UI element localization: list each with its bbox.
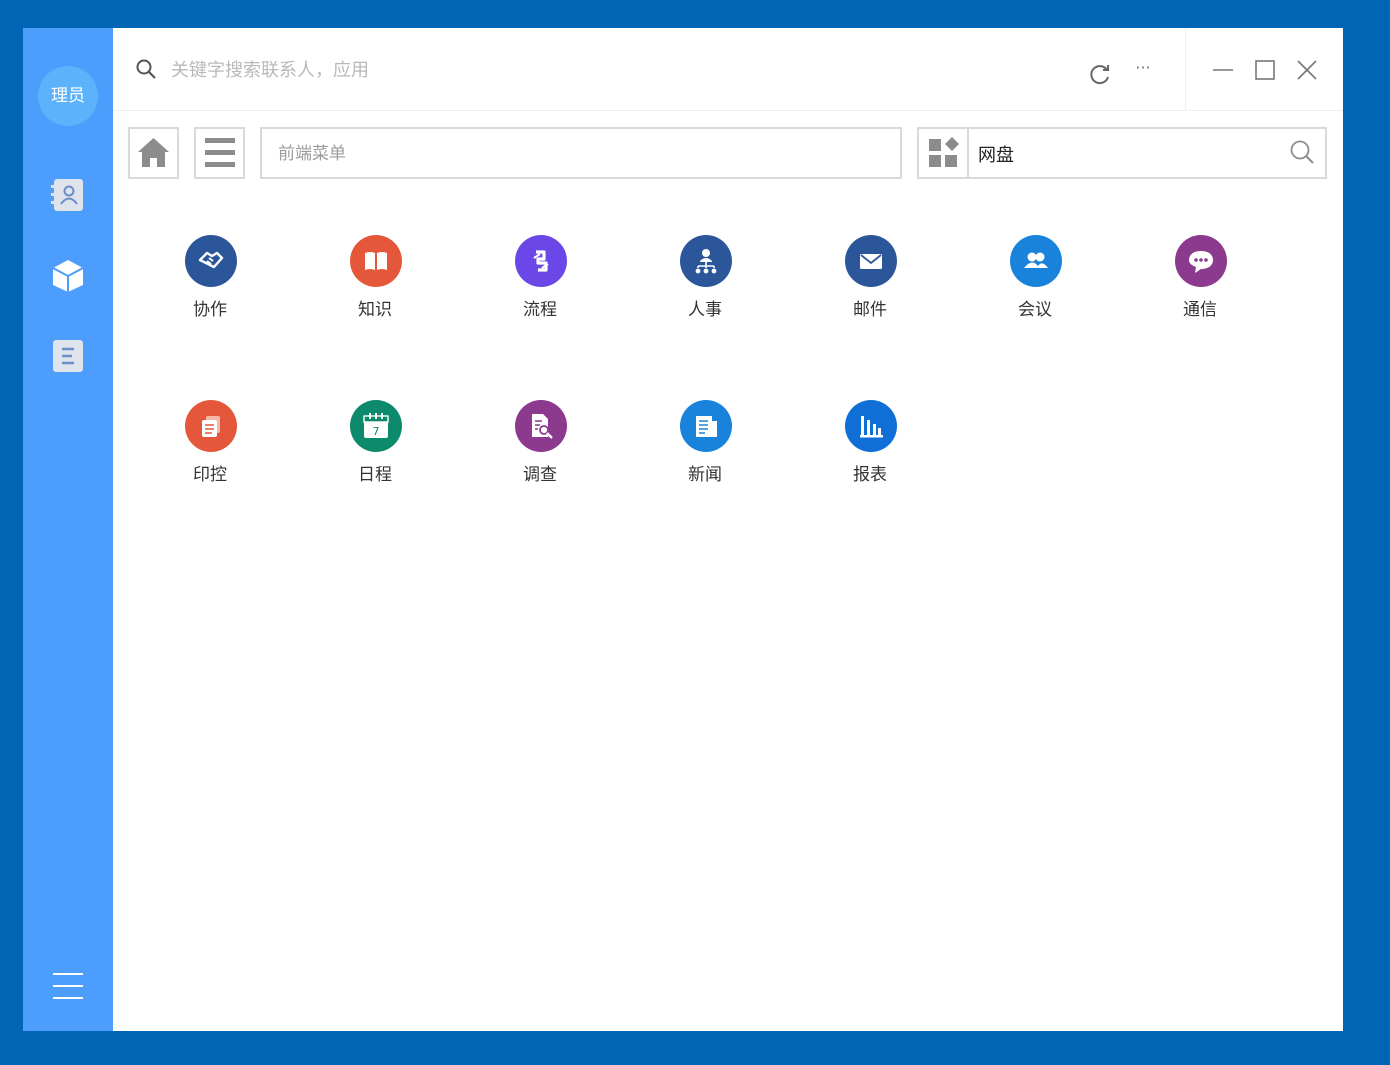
- sidebar: 理员: [23, 28, 113, 1031]
- survey-icon: [515, 400, 567, 452]
- title-bar: ···: [113, 28, 1343, 111]
- app-label: 邮件: [853, 300, 887, 320]
- app-label: 调查: [523, 465, 557, 485]
- app-workflow[interactable]: 流程: [490, 235, 590, 345]
- app-label: 流程: [523, 300, 557, 320]
- search-icon: [136, 59, 156, 79]
- refresh-icon[interactable]: [1088, 62, 1112, 86]
- app-label: 日程: [358, 465, 392, 485]
- mail-icon: [845, 235, 897, 287]
- app-label: 人事: [688, 300, 722, 320]
- app-communication[interactable]: 通信: [1150, 235, 1250, 345]
- global-search-input[interactable]: [169, 54, 773, 86]
- maximize-icon[interactable]: [1253, 58, 1277, 82]
- app-label: 印控: [193, 465, 227, 485]
- more-button[interactable]: ···: [1131, 58, 1155, 78]
- app-label: 协作: [193, 300, 227, 320]
- document-icon: [53, 340, 83, 372]
- title-divider: [1185, 28, 1186, 110]
- menu-button[interactable]: [52, 972, 84, 1000]
- flow-icon: [515, 235, 567, 287]
- report-icon: [845, 400, 897, 452]
- app-search-input[interactable]: [976, 139, 1280, 169]
- chat-icon: [1175, 235, 1227, 287]
- handshake-icon: [185, 235, 237, 287]
- contacts-icon: [51, 179, 83, 211]
- seal-icon: [185, 400, 237, 452]
- apps-grid-icon: [929, 137, 959, 167]
- list-menu-button[interactable]: [194, 127, 245, 179]
- app-news[interactable]: 新闻: [655, 400, 755, 510]
- app-mail[interactable]: 邮件: [820, 235, 920, 345]
- sidebar-item-apps[interactable]: [51, 259, 85, 293]
- search-icon[interactable]: [1289, 139, 1315, 165]
- home-button[interactable]: [128, 127, 179, 179]
- app-label: 会议: [1018, 300, 1052, 320]
- calendar-icon: 7: [350, 400, 402, 452]
- app-survey[interactable]: 调查: [490, 400, 590, 510]
- app-knowledge[interactable]: 知识: [325, 235, 425, 345]
- app-reports[interactable]: 报表: [820, 400, 920, 510]
- app-label: 知识: [358, 300, 392, 320]
- app-label: 通信: [1183, 300, 1217, 320]
- close-icon[interactable]: [1295, 58, 1319, 82]
- app-label: 新闻: [688, 465, 722, 485]
- meeting-icon: [1010, 235, 1062, 287]
- app-label: 报表: [853, 465, 887, 485]
- list-icon: [205, 138, 235, 167]
- svg-text:7: 7: [373, 425, 380, 438]
- app-hr[interactable]: 人事: [655, 235, 755, 345]
- menu-search-input[interactable]: [276, 139, 880, 169]
- app-search-box: [917, 127, 1327, 179]
- menu-icon: [53, 973, 83, 999]
- app-collaboration[interactable]: 协作: [160, 235, 260, 345]
- news-icon: [680, 400, 732, 452]
- minimize-icon[interactable]: [1211, 58, 1235, 82]
- cube-icon: [52, 260, 84, 292]
- home-icon: [138, 138, 169, 167]
- menu-input-box: [260, 127, 902, 179]
- org-chart-icon: [680, 235, 732, 287]
- apps-grid-button[interactable]: [919, 129, 969, 177]
- avatar[interactable]: 理员: [38, 66, 98, 126]
- app-seal-control[interactable]: 印控: [160, 400, 260, 510]
- book-icon: [350, 235, 402, 287]
- sidebar-item-contacts[interactable]: [51, 178, 85, 212]
- main-panel: ···: [113, 28, 1343, 1031]
- sidebar-item-documents[interactable]: [51, 339, 85, 373]
- app-schedule[interactable]: 7 日程: [325, 400, 425, 510]
- app-meeting[interactable]: 会议: [985, 235, 1085, 345]
